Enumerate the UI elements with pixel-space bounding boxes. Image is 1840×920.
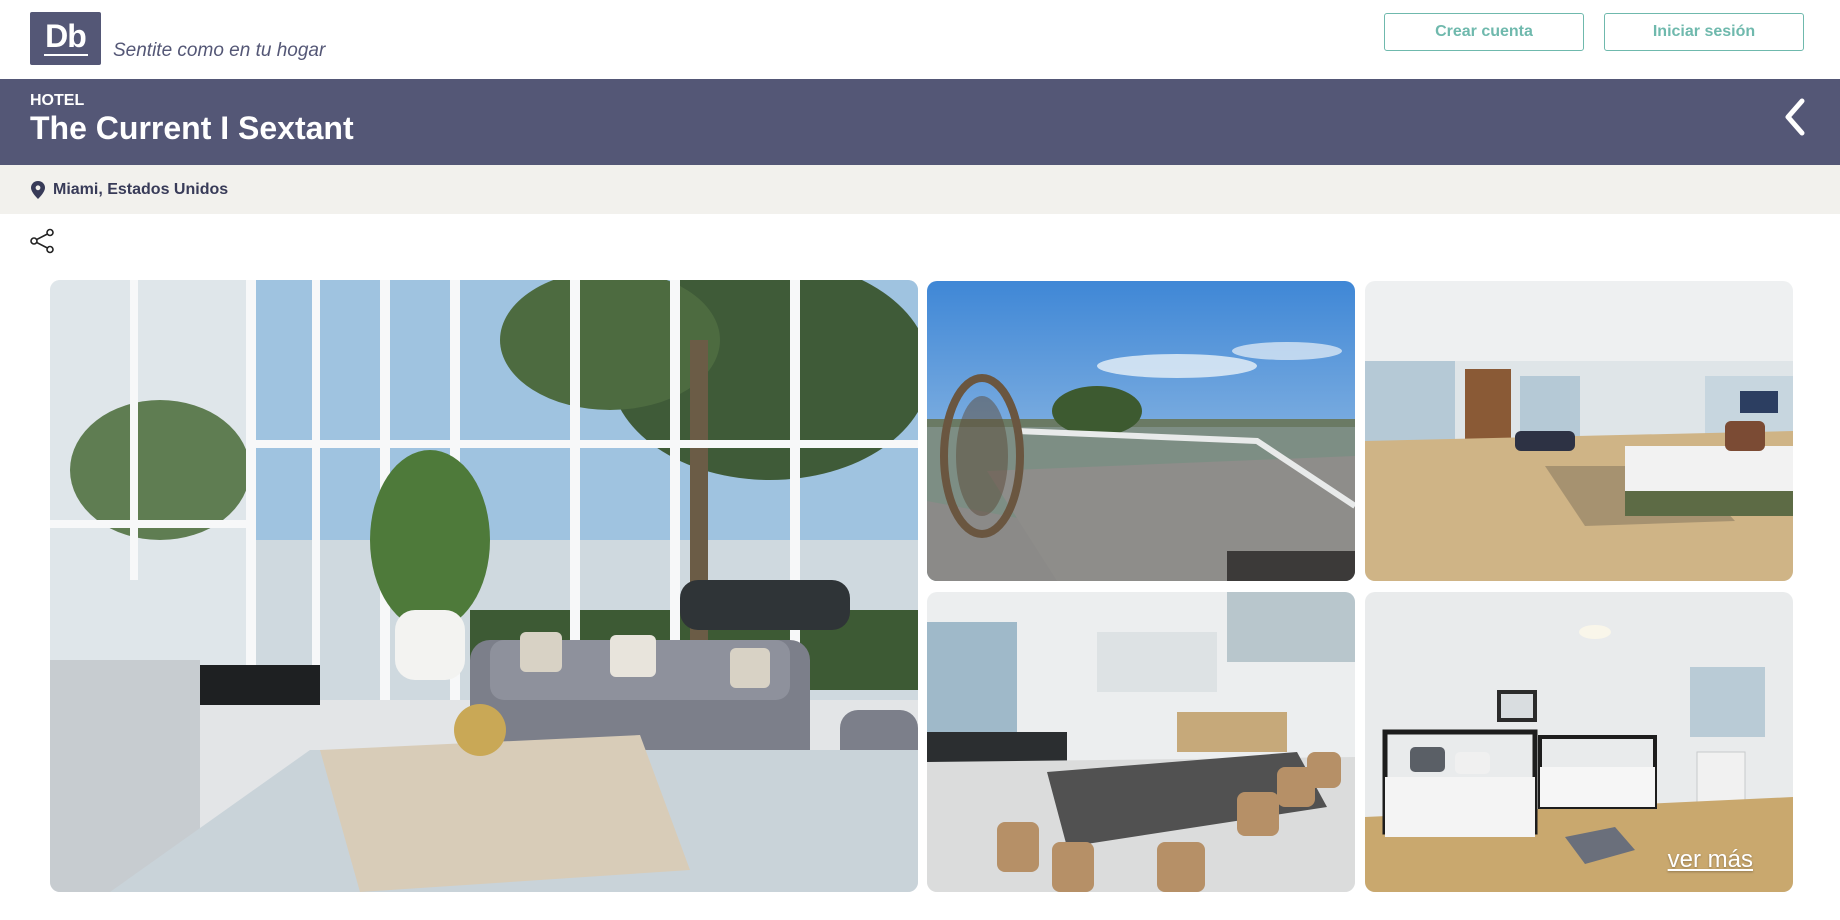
bedroom-photo[interactable] [1365, 281, 1793, 581]
logo-text: Db [45, 18, 87, 54]
create-account-button[interactable]: Crear cuenta [1384, 13, 1584, 51]
location-bar: Miami, Estados Unidos [0, 165, 1840, 214]
tagline: Sentite como en tu hogar [113, 40, 326, 61]
site-header: Db Sentite como en tu hogar Crear cuenta… [0, 0, 1840, 79]
back-chevron-icon[interactable] [1780, 97, 1810, 137]
dining-photo[interactable] [927, 592, 1355, 892]
logo[interactable]: Db [30, 12, 101, 65]
lobby-photo[interactable] [50, 280, 918, 892]
balcony-photo[interactable] [927, 281, 1355, 581]
logo-underline [43, 54, 88, 56]
location-text: Miami, Estados Unidos [53, 180, 229, 198]
location-pin-icon [31, 180, 45, 199]
product-header: HOTEL The Current I Sextant [0, 79, 1840, 165]
login-button[interactable]: Iniciar sesión [1604, 13, 1804, 51]
product-category: HOTEL [30, 92, 85, 109]
twin-bedroom-photo[interactable]: ver más [1365, 592, 1793, 892]
share-icon[interactable] [29, 228, 55, 254]
product-title: The Current I Sextant [30, 110, 354, 146]
see-more-link[interactable]: ver más [1668, 846, 1753, 874]
